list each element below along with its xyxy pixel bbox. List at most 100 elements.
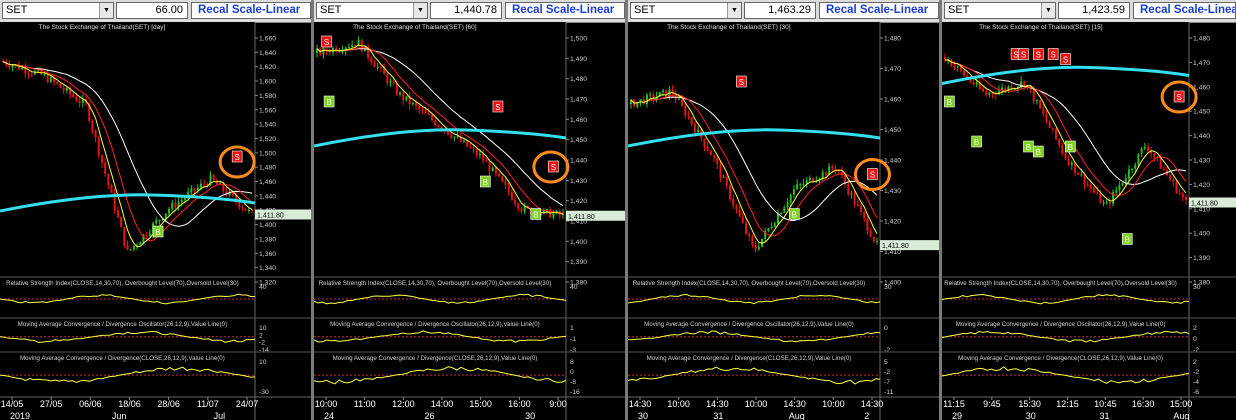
price-tick-label: 1,400 — [1193, 231, 1210, 238]
value-field[interactable]: 1,423.59 — [1058, 2, 1130, 19]
time-label: 10:00 — [822, 399, 845, 409]
candle-body — [107, 173, 110, 185]
date-label: 31 — [713, 411, 723, 420]
chevron-down-icon[interactable]: ▼ — [727, 3, 741, 18]
indicator-tick-label: -7 — [884, 379, 890, 386]
indicator-title: Relative Strength Index(CLOSE,14,30,70),… — [944, 280, 1177, 287]
recal-scale-button[interactable]: Recal Scale-Linear — [819, 2, 939, 19]
indicator-tick-label: 0 — [570, 369, 574, 376]
candle-body — [193, 188, 196, 191]
candle-body — [1093, 188, 1096, 193]
value-field[interactable]: 66.00 — [116, 2, 188, 19]
candle-body — [1083, 174, 1086, 185]
candle-body — [504, 181, 507, 186]
candle-body — [180, 199, 183, 202]
symbol-select[interactable]: SET ▼ — [316, 2, 428, 19]
chevron-down-icon[interactable]: ▼ — [413, 3, 427, 18]
indicator-tick-label: 2 — [259, 332, 263, 339]
candle-body — [244, 208, 247, 211]
price-tick-label: 1,390 — [1193, 255, 1210, 262]
candle-body — [757, 246, 760, 250]
signal-label: S — [324, 38, 329, 47]
candle-body — [863, 211, 866, 219]
price-tick-label: 1,660 — [259, 36, 276, 43]
chart-toolbar: SET ▼ 1,423.59 Recal Scale-Linear — [942, 0, 1236, 23]
date-label: 26 — [425, 411, 435, 420]
candle-body — [395, 83, 398, 95]
candle-body — [450, 134, 453, 138]
candle-body — [872, 236, 875, 242]
indicator-tick-label: -6 — [1193, 389, 1199, 396]
candle-body — [510, 192, 513, 200]
candle-body — [498, 173, 501, 177]
chevron-down-icon[interactable]: ▼ — [1041, 3, 1055, 18]
time-label: 27/05 — [40, 399, 63, 409]
price-tick-label: 1,450 — [884, 127, 901, 134]
date-label: 2 — [864, 411, 869, 420]
indicator-tick-label: 2 — [1193, 325, 1197, 332]
candle-body — [145, 234, 148, 236]
value-field[interactable]: 1,463.29 — [744, 2, 816, 19]
value-field[interactable]: 1,440.78 — [430, 2, 502, 19]
signal-label: S — [495, 103, 500, 112]
symbol-select[interactable]: SET ▼ — [944, 2, 1056, 19]
symbol-select[interactable]: SET ▼ — [630, 2, 742, 19]
price-tick-label: 1,520 — [259, 136, 276, 143]
candle-body — [1032, 89, 1035, 102]
chevron-down-icon[interactable]: ▼ — [99, 3, 113, 18]
time-label: 12:15 — [1056, 399, 1079, 409]
candle-body — [1118, 185, 1121, 191]
price-tick-label: 1,540 — [259, 122, 276, 129]
candle-body — [1105, 202, 1108, 204]
candle-body — [56, 82, 59, 84]
recal-scale-button[interactable]: Recal Scale-Linear — [505, 2, 625, 19]
time-label: 16:00 — [508, 399, 531, 409]
candle-body — [808, 177, 811, 181]
candle-body — [501, 176, 504, 182]
recal-scale-button[interactable]: Recal Scale-Linear — [1133, 2, 1236, 19]
signal-label: S — [1013, 51, 1018, 60]
candle-body — [475, 148, 478, 156]
indicator-title: Relative Strength Index(CLOSE,14,30,70),… — [633, 280, 866, 287]
price-tick-label: 1,500 — [570, 36, 587, 43]
candle-body — [1127, 169, 1130, 179]
time-label: 11:00 — [354, 399, 376, 409]
indicator-tick-label: 0 — [1193, 336, 1197, 343]
date-label: 24 — [324, 411, 334, 420]
price-tick-label: 1,460 — [570, 117, 587, 124]
candle-body — [421, 109, 424, 111]
candle-body — [776, 214, 779, 224]
candle-body — [792, 189, 795, 195]
candle-body — [212, 174, 215, 181]
symbol-value: SET — [634, 4, 656, 16]
candle-body — [97, 137, 100, 156]
candle-body — [351, 44, 354, 47]
candle-body — [100, 155, 103, 163]
time-label: 18/06 — [118, 399, 141, 409]
candle-body — [754, 244, 757, 250]
candle-body — [645, 94, 648, 104]
candle-body — [1067, 158, 1070, 166]
candle-body — [780, 212, 783, 215]
indicator-tick-label: -2 — [1193, 347, 1199, 354]
price-tick-label: 1,420 — [570, 198, 587, 205]
candle-body — [1178, 192, 1181, 194]
recal-scale-button[interactable]: Recal Scale-Linear — [191, 2, 311, 19]
signal-label: B — [1026, 143, 1031, 152]
indicator-tick-label: -2 — [259, 340, 265, 347]
candle-body — [472, 147, 475, 149]
candle-body — [1102, 202, 1105, 204]
candle-body — [469, 146, 472, 148]
chart-title: The Stock Exchange of Thailand(SET) [day… — [39, 24, 166, 31]
symbol-select[interactable]: SET ▼ — [2, 2, 114, 19]
candle-body — [546, 209, 549, 211]
candle-body — [783, 207, 786, 213]
candle-body — [876, 240, 878, 242]
candle-body — [1077, 172, 1080, 175]
chart-canvas: The Stock Exchange of Thailand(SET) [60]… — [314, 22, 625, 420]
time-label: 12:00 — [392, 399, 415, 409]
price-tick-label: 1,440 — [884, 158, 901, 165]
candle-body — [982, 88, 985, 92]
candle-body — [507, 185, 510, 193]
indicator-tick-label: 8 — [570, 359, 574, 366]
